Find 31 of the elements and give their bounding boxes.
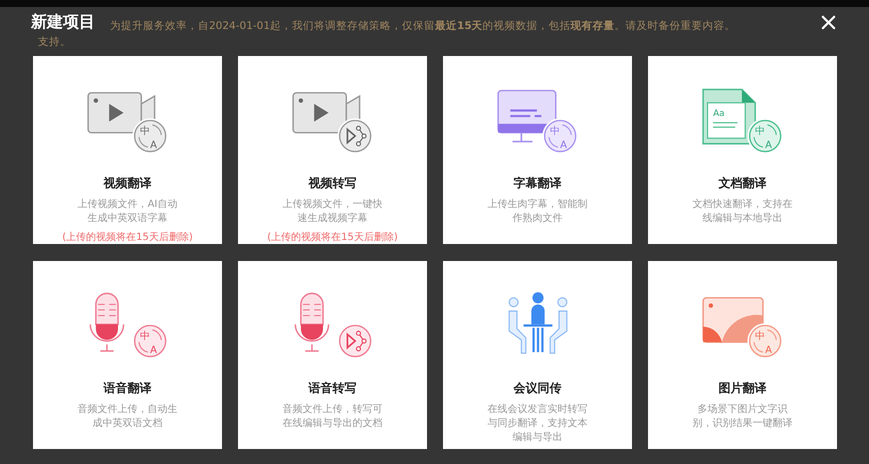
card-title: 视频转写 [308,175,356,192]
card-description: 在线会议发言实时转写与同步翻译，支持文本编辑与导出 [486,403,588,445]
project-card[interactable]: 语音转写 音频文件上传，转写可在线编辑与导出的文档 [238,261,427,449]
card-description: 文档快速翻译，支持在线编辑与本地导出 [692,198,794,226]
deletion-warning: (上传的视频将在15天后删除) [62,230,193,244]
card-title: 字幕翻译 [514,175,562,192]
card-title: 文档翻译 [718,175,766,192]
deletion-warning: (上传的视频将在15天后删除) [267,230,398,244]
card-description: 上传视频文件，一键快速生成视频字幕 [282,198,384,226]
card-title: 语音转写 [308,380,356,397]
card-description: 上传生肉字幕，智能制作熟肉文件 [486,198,588,226]
card-title: 语音翻译 [104,380,152,397]
card-title: 视频翻译 [104,175,152,192]
project-card[interactable]: Aa 中 A 文档翻译 文档快速翻译，支持在线编辑与本地导出 [648,56,837,244]
project-card[interactable]: 会议同传 在线会议发言实时转写与同步翻译，支持文本编辑与导出 [443,261,632,449]
close-icon[interactable] [821,14,836,30]
card-description: 音频文件上传，自动生成中英双语文档 [76,403,178,431]
card-description: 上传视频文件，AI自动生成中英双语字幕 [76,198,178,226]
project-card[interactable]: 中 A 图片翻译 多场景下图片文字识别，识别结果一键翻译 [648,261,837,449]
background-notice-text: 为提升服务效率，自2024-01-01起，我们将调整存储策略，仅保留最近15天的视频数据，包括现有存量。请及时备份重要内容。 [110,19,736,34]
background-notice-text: 支持。 [38,35,71,50]
project-card[interactable]: 中 A 字幕翻译 上传生肉字幕，智能制作熟肉文件 [443,56,632,244]
project-card[interactable]: 中 A 语音翻译 音频文件上传，自动生成中英双语文档 [33,261,222,449]
microphone-icon [292,291,374,360]
project-card[interactable]: 中 A 视频翻译 上传视频文件，AI自动生成中英双语字幕 (上传的视频将在15天后删除) [33,56,222,244]
dialog-title: 新建项目 [31,12,95,32]
card-title: 会议同传 [514,380,562,397]
project-card[interactable]: 视频转写 上传视频文件，一键快速生成视频字幕 (上传的视频将在15天后删除) [238,56,427,244]
card-description: 多场景下图片文字识别，识别结果一键翻译 [692,403,794,431]
card-title: 图片翻译 [718,380,766,397]
card-description: 音频文件上传，转写可在线编辑与导出的文档 [282,403,384,431]
